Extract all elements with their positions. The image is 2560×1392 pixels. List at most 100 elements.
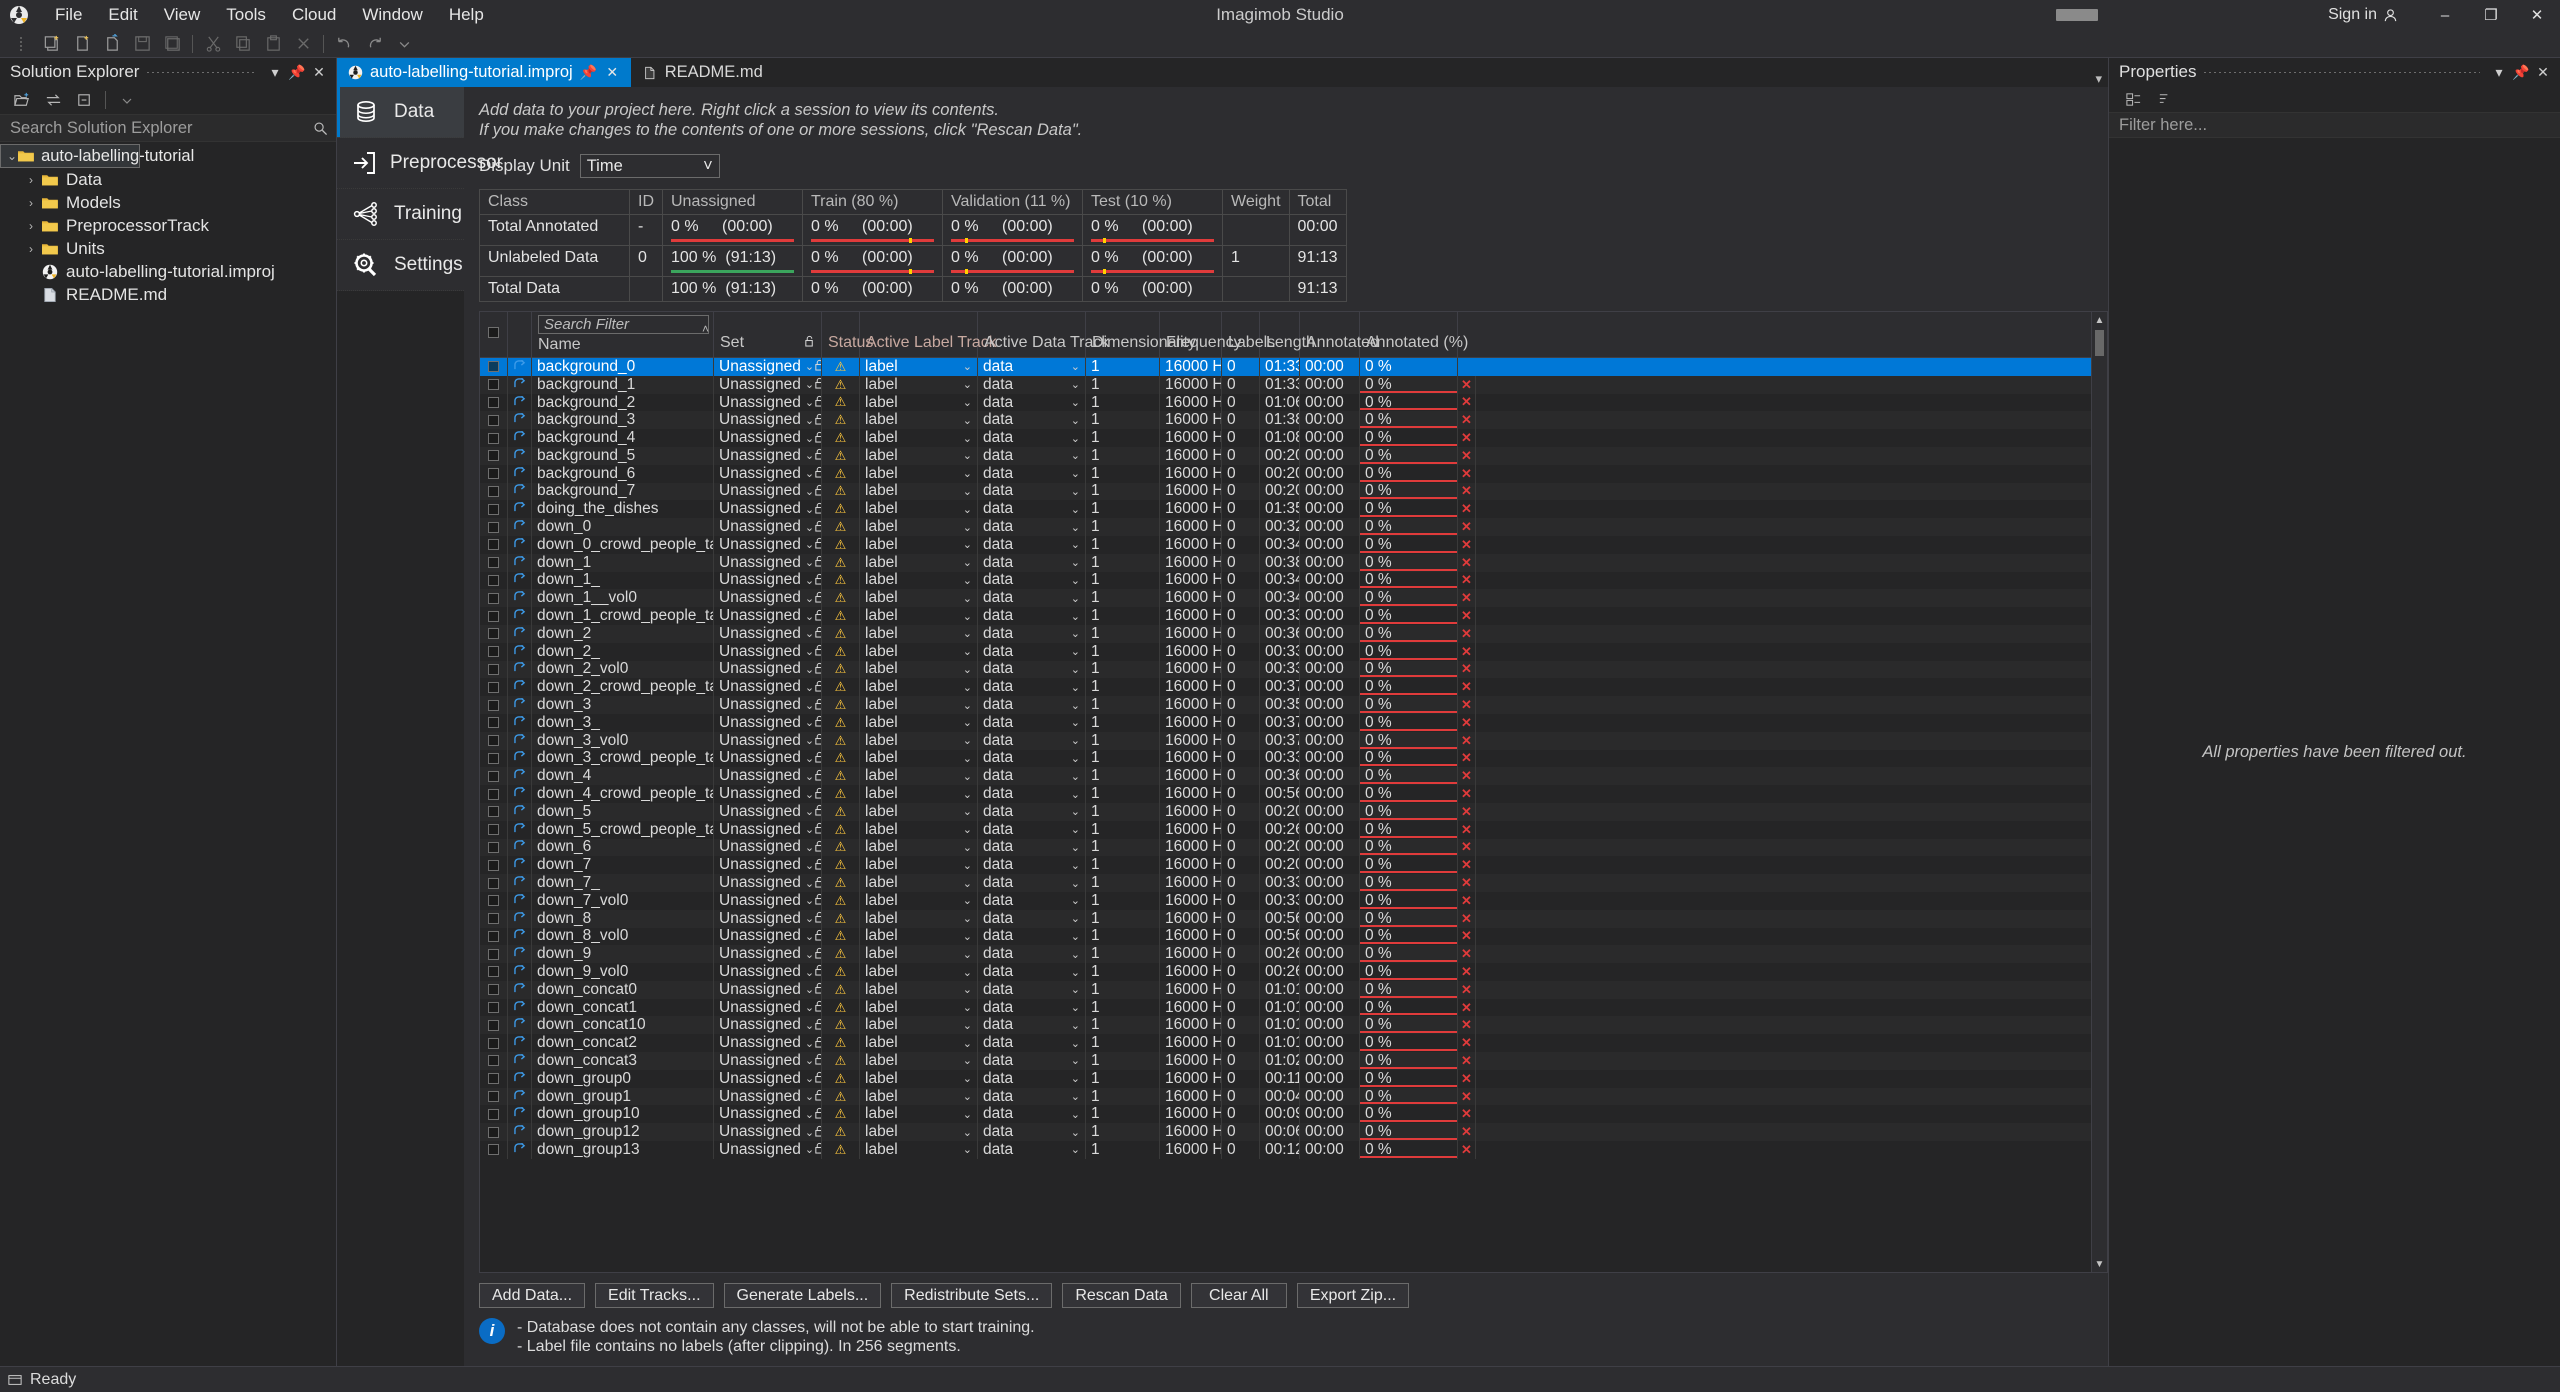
cell-clear-row[interactable]: ✕ xyxy=(1458,553,1476,572)
row-checkbox[interactable] xyxy=(488,379,499,391)
lock-icon[interactable] xyxy=(814,1089,821,1104)
chevron-down-icon[interactable]: ⌄ xyxy=(1071,681,1080,694)
minimize-button[interactable]: – xyxy=(2422,0,2468,30)
header-set[interactable]: Set xyxy=(714,312,822,357)
chevron-down-icon[interactable]: ⌄ xyxy=(805,734,814,747)
remove-icon[interactable]: ✕ xyxy=(1461,1071,1472,1087)
editor-section-nav[interactable]: Data Preprocessor Training Settings xyxy=(337,87,503,1366)
table-row[interactable]: down_group10 Unassigned ⌄ ⚠ label ⌄ data ⌄ 1 1600… xyxy=(480,1105,2107,1124)
chevron-down-icon[interactable]: ⌄ xyxy=(805,574,814,587)
categorized-view-icon[interactable] xyxy=(2119,87,2147,111)
lock-icon[interactable] xyxy=(814,1071,821,1086)
row-checkbox[interactable] xyxy=(488,966,499,978)
lock-icon[interactable] xyxy=(814,1107,821,1122)
chevron-down-icon[interactable]: ⌄ xyxy=(805,948,814,961)
chevron-down-icon[interactable]: ⌄ xyxy=(1071,1019,1080,1032)
open-session-icon[interactable] xyxy=(513,999,526,1017)
lock-icon[interactable] xyxy=(814,947,821,962)
header-active-label-track[interactable]: Active Label Track xyxy=(860,312,997,357)
open-session-icon[interactable] xyxy=(513,928,526,946)
row-checkbox[interactable] xyxy=(488,1144,499,1156)
scroll-down-icon[interactable]: ▼ xyxy=(2092,1256,2107,1272)
cell-clear-row[interactable]: ✕ xyxy=(1458,998,1476,1017)
chevron-down-icon[interactable]: ⌄ xyxy=(1071,716,1080,729)
lock-icon[interactable] xyxy=(814,876,821,891)
remove-icon[interactable]: ✕ xyxy=(1461,911,1472,927)
remove-icon[interactable]: ✕ xyxy=(1461,893,1472,909)
chevron-down-icon[interactable]: ⌄ xyxy=(805,645,814,658)
row-checkbox[interactable] xyxy=(488,824,499,836)
chevron-down-icon[interactable]: ⌄ xyxy=(805,1126,814,1139)
row-checkbox[interactable] xyxy=(488,361,499,373)
remove-icon[interactable]: ✕ xyxy=(1461,982,1472,998)
row-checkbox[interactable] xyxy=(488,521,499,533)
nav-training[interactable]: Training xyxy=(337,189,464,240)
maximize-button[interactable]: ❐ xyxy=(2468,0,2514,30)
chevron-down-icon[interactable]: ⌄ xyxy=(963,360,972,373)
chevron-down-icon[interactable]: ⌄ xyxy=(1071,734,1080,747)
open-session-icon[interactable] xyxy=(513,1105,526,1123)
table-row[interactable]: background_4 Unassigned ⌄ ⚠ label ⌄ data ⌄ 1 1600… xyxy=(480,429,2107,447)
chevron-down-icon[interactable]: ⌄ xyxy=(963,841,972,854)
header-status[interactable]: Status xyxy=(822,312,873,357)
cell-clear-row[interactable]: ✕ xyxy=(1458,482,1476,501)
header-annotated[interactable]: Annotated xyxy=(1300,312,1379,357)
button-add-data[interactable]: Add Data... xyxy=(479,1283,586,1308)
row-checkbox[interactable] xyxy=(488,984,499,996)
open-session-icon[interactable] xyxy=(513,750,526,768)
remove-icon[interactable]: ✕ xyxy=(1461,590,1472,606)
chevron-down-icon[interactable]: ⌄ xyxy=(1071,770,1080,783)
header-name[interactable]: Search Filter Name ˄ xyxy=(532,312,714,357)
lock-icon[interactable] xyxy=(804,334,815,352)
open-session-icon[interactable] xyxy=(513,643,526,661)
table-row[interactable]: down_group1 Unassigned ⌄ ⚠ label ⌄ data ⌄ 1 16000… xyxy=(480,1087,2107,1106)
button-export-zip[interactable]: Export Zip... xyxy=(1296,1283,1410,1308)
lock-icon[interactable] xyxy=(814,377,821,392)
remove-icon[interactable]: ✕ xyxy=(1461,555,1472,571)
open-session-icon[interactable] xyxy=(513,767,526,785)
chevron-down-icon[interactable]: ⌄ xyxy=(1071,467,1080,480)
chevron-down-icon[interactable]: ⌄ xyxy=(805,485,814,498)
open-session-icon[interactable] xyxy=(513,607,526,625)
table-row[interactable]: down_2_Unassigned⌄⚠label⌄data⌄116000 Hz0… xyxy=(480,642,2107,661)
chevron-down-icon[interactable]: ⌄ xyxy=(963,592,972,605)
open-session-icon[interactable] xyxy=(513,945,526,963)
chevron-down-icon[interactable]: ⌄ xyxy=(1071,823,1080,836)
select-all-checkbox[interactable] xyxy=(488,326,499,338)
lock-icon[interactable] xyxy=(814,715,821,730)
table-row[interactable]: down_concat3 Unassigned ⌄ ⚠ label ⌄ data ⌄ 1 1600… xyxy=(480,1052,2107,1070)
chevron-down-icon[interactable]: ⌄ xyxy=(963,485,972,498)
lock-icon[interactable] xyxy=(814,502,821,517)
button-generate-labels[interactable]: Generate Labels... xyxy=(723,1283,882,1308)
chevron-down-icon[interactable]: ⌄ xyxy=(805,966,814,979)
table-row[interactable]: down_9Unassigned⌄⚠label⌄data⌄116000 Hz00… xyxy=(480,945,2107,964)
chevron-down-icon[interactable]: ⌄ xyxy=(805,627,814,640)
grid-vertical-scrollbar[interactable]: ▲ ▼ xyxy=(2091,312,2107,1272)
cell-clear-row[interactable]: ✕ xyxy=(1458,1052,1476,1070)
row-checkbox[interactable] xyxy=(488,913,499,925)
chevron-down-icon[interactable]: ⌄ xyxy=(1071,805,1080,818)
row-checkbox[interactable] xyxy=(488,557,499,569)
chevron-down-icon[interactable]: ⌄ xyxy=(963,556,972,569)
remove-icon[interactable]: ✕ xyxy=(1461,697,1472,713)
menu-tools[interactable]: Tools xyxy=(213,1,279,29)
open-session-icon[interactable] xyxy=(513,1052,526,1070)
open-session-icon[interactable] xyxy=(513,785,526,803)
chevron-down-icon[interactable]: ⌄ xyxy=(805,378,814,391)
remove-icon[interactable]: ✕ xyxy=(1461,448,1472,464)
row-checkbox[interactable] xyxy=(488,948,499,960)
sign-in-button[interactable]: Sign in xyxy=(2328,6,2398,24)
chevron-down-icon[interactable]: ⌄ xyxy=(805,1143,814,1156)
chevron-down-icon[interactable]: ⌄ xyxy=(1071,610,1080,623)
open-session-icon[interactable] xyxy=(513,429,526,447)
tree-item-preprocessortrack[interactable]: › PreprocessorTrack xyxy=(0,214,336,237)
chevron-down-icon[interactable]: ⌄ xyxy=(805,449,814,462)
lock-icon[interactable] xyxy=(814,591,821,606)
lock-icon[interactable] xyxy=(814,769,821,784)
lock-icon[interactable] xyxy=(814,431,821,446)
row-checkbox[interactable] xyxy=(488,752,499,764)
remove-icon[interactable]: ✕ xyxy=(1461,768,1472,784)
nav-settings[interactable]: Settings xyxy=(337,240,464,291)
chevron-down-icon[interactable]: ⌄ xyxy=(963,467,972,480)
header-length[interactable]: Length xyxy=(1260,312,1315,357)
